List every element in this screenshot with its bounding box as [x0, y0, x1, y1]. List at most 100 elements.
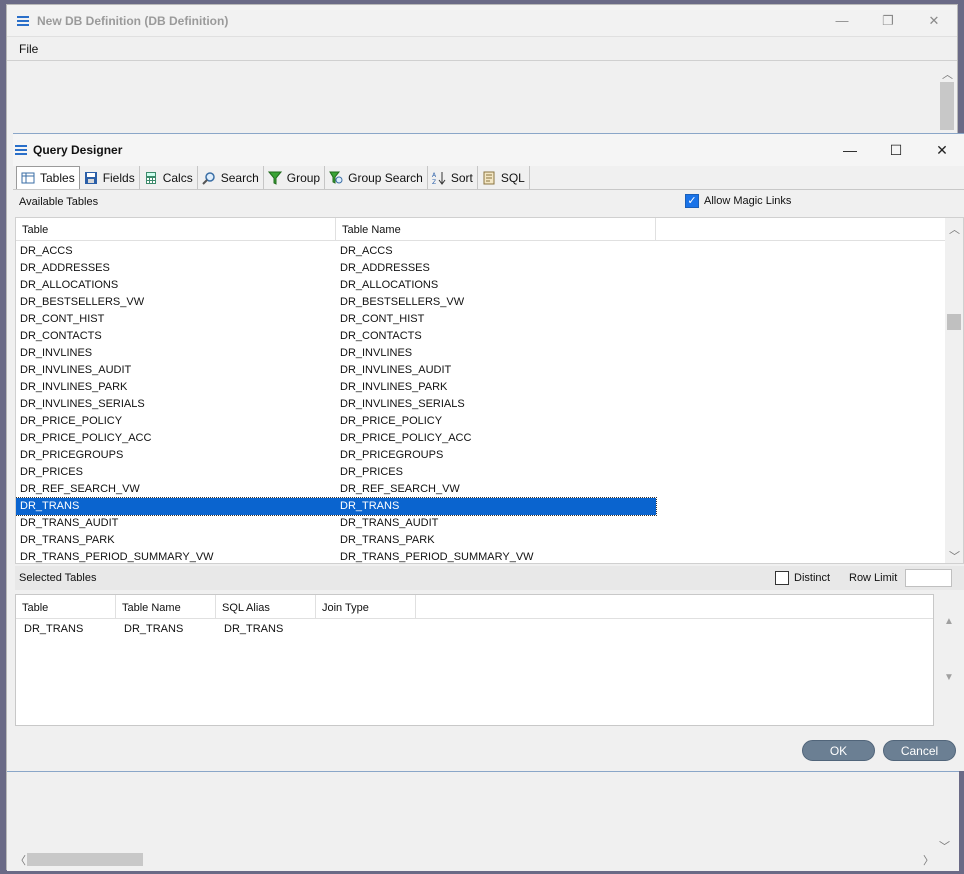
- scroll-left-icon[interactable]: 〈: [15, 852, 26, 868]
- scroll-right-icon[interactable]: 〉: [923, 852, 934, 868]
- funnel-search-icon: [329, 171, 343, 184]
- table-row[interactable]: DR_PRICE_POLICY_ACC DR_PRICE_POLICY_ACC: [16, 430, 946, 447]
- table-row[interactable]: DR_TRANS_PERIOD_SUMMARY_VW DR_TRANS_PERIO…: [16, 549, 946, 563]
- outer-bottom-area: ﹀ 〈 〉: [7, 771, 959, 871]
- tab-search[interactable]: Search: [198, 166, 264, 189]
- distinct-checkbox[interactable]: [775, 571, 789, 585]
- cell-table: DR_ACCS: [20, 245, 73, 257]
- column-header-join-type[interactable]: Join Type: [316, 595, 416, 618]
- available-tables-grid: Table Table Name DR_ACCS DR_ACCS DR_ADDRES…: [15, 217, 964, 564]
- dialog-minimize-button[interactable]: —: [827, 142, 873, 159]
- move-down-icon[interactable]: ▼: [944, 672, 954, 683]
- table-row[interactable]: DR_INVLINES_SERIALS DR_INVLINES_SERIALS: [16, 396, 946, 413]
- horizontal-scrollbar[interactable]: 〈 〉: [7, 849, 937, 869]
- menu-file[interactable]: File: [19, 42, 38, 56]
- table-row[interactable]: DR_REF_SEARCH_VW DR_REF_SEARCH_VW: [16, 481, 946, 498]
- dialog-maximize-button[interactable]: ☐: [873, 142, 919, 159]
- table-row[interactable]: DR_BESTSELLERS_VW DR_BESTSELLERS_VW: [16, 294, 946, 311]
- tab-label: Search: [220, 170, 259, 185]
- cell-table-name: DR_CONTACTS: [340, 330, 422, 342]
- cell-table: DR_INVLINES_AUDIT: [20, 364, 132, 376]
- table-row[interactable]: DR_INVLINES_AUDIT DR_INVLINES_AUDIT: [16, 362, 946, 379]
- available-tables-scrollbar[interactable]: ︿ ﹀: [945, 218, 963, 563]
- allow-magic-links-checkbox[interactable]: ✓: [685, 194, 699, 208]
- tab-group-search[interactable]: Group Search: [325, 166, 428, 189]
- tab-sort[interactable]: AZ Sort: [428, 166, 478, 189]
- scroll-up-icon[interactable]: ︿: [949, 221, 960, 237]
- magnifier-icon: [202, 171, 215, 185]
- cell-table-name: DR_TRANS_PARK: [340, 534, 435, 546]
- table-row[interactable]: DR_TRANS_AUDIT DR_TRANS_AUDIT: [16, 515, 946, 532]
- cell-table-name: DR_ACCS: [340, 245, 393, 257]
- cell-join-type: [316, 623, 416, 635]
- minimize-button[interactable]: —: [819, 13, 865, 29]
- sql-script-icon: [483, 171, 495, 184]
- dialog-close-button[interactable]: ✕: [919, 142, 964, 159]
- available-table-rows: DR_ACCS DR_ACCS DR_ADDRESSES DR_ADDRESSES DR…: [16, 243, 946, 563]
- scrollbar-thumb[interactable]: [27, 853, 143, 866]
- scroll-up-icon[interactable]: ︿: [942, 66, 953, 82]
- cell-table-name: DR_PRICE_POLICY_ACC: [340, 432, 472, 444]
- table-row[interactable]: DR_ACCS DR_ACCS: [16, 243, 946, 260]
- cell-table-name: DR_PRICES: [340, 466, 403, 478]
- table-row[interactable]: DR_PRICEGROUPS DR_PRICEGROUPS: [16, 447, 946, 464]
- table-row[interactable]: DR_ADDRESSES DR_ADDRESSES: [16, 260, 946, 277]
- table-row[interactable]: DR_TRANS DR_TRANS DR_TRANS: [16, 619, 933, 635]
- row-limit-input[interactable]: [905, 569, 952, 587]
- cell-table-name: DR_INVLINES_SERIALS: [340, 398, 465, 410]
- cell-table-name: DR_INVLINES_PARK: [340, 381, 448, 393]
- scroll-down-icon[interactable]: ﹀: [939, 838, 950, 854]
- table-row[interactable]: DR_TRANS DR_TRANS: [16, 497, 657, 516]
- column-header-table-name[interactable]: Table Name: [116, 595, 216, 618]
- selected-tables-label: Selected Tables: [19, 572, 97, 584]
- dialog-title-bar: Query Designer — ☐ ✕: [13, 134, 964, 166]
- tab-calcs[interactable]: Calcs: [140, 166, 198, 189]
- table-row[interactable]: DR_ALLOCATIONS DR_ALLOCATIONS: [16, 277, 946, 294]
- table-row[interactable]: DR_CONTACTS DR_CONTACTS: [16, 328, 946, 345]
- distinct-toggle[interactable]: Distinct: [775, 571, 830, 585]
- table-row[interactable]: DR_CONT_HIST DR_CONT_HIST: [16, 311, 946, 328]
- ok-button[interactable]: OK: [802, 740, 875, 761]
- cell-table: DR_PRICES: [20, 466, 83, 478]
- scrollbar-thumb[interactable]: [947, 314, 961, 330]
- outer-vertical-scrollbar[interactable]: ︿: [937, 62, 957, 130]
- table-row[interactable]: DR_PRICES DR_PRICES: [16, 464, 946, 481]
- cell-table-name: DR_ALLOCATIONS: [340, 279, 439, 291]
- table-row[interactable]: DR_PRICE_POLICY DR_PRICE_POLICY: [16, 413, 946, 430]
- cell-table: DR_TRANS: [16, 498, 336, 515]
- tab-group[interactable]: Group: [264, 166, 326, 189]
- scrollbar-thumb[interactable]: [940, 82, 954, 130]
- cell-table-name: DR_BESTSELLERS_VW: [340, 296, 465, 308]
- cancel-button[interactable]: Cancel: [883, 740, 956, 761]
- reorder-controls: ▲ ▼: [935, 594, 963, 726]
- column-header-sql-alias[interactable]: SQL Alias: [216, 595, 316, 618]
- menu-bar: File: [7, 37, 957, 61]
- tab-sql[interactable]: SQL: [478, 166, 530, 189]
- table-row[interactable]: DR_TRANS_PARK DR_TRANS_PARK: [16, 532, 946, 549]
- cell-table-name: DR_PRICEGROUPS: [340, 449, 444, 461]
- cell-table: DR_TRANS: [24, 623, 84, 635]
- table-row[interactable]: DR_INVLINES DR_INVLINES: [16, 345, 946, 362]
- tab-tables[interactable]: Tables: [16, 166, 80, 189]
- tab-label: Calcs: [162, 170, 193, 185]
- restore-button[interactable]: ❐: [865, 13, 911, 29]
- tab-fields[interactable]: Fields: [80, 166, 140, 189]
- outer-window: New DB Definition (DB Definition) — ❐ ✕ …: [6, 4, 964, 871]
- query-designer-dialog: Query Designer — ☐ ✕ Tables Fields Calcs: [13, 133, 964, 771]
- move-up-icon[interactable]: ▲: [944, 616, 954, 627]
- allow-magic-links-toggle[interactable]: ✓ Allow Magic Links: [685, 194, 791, 208]
- close-button[interactable]: ✕: [911, 13, 957, 29]
- tab-label: Tables: [40, 171, 75, 185]
- cell-table: DR_PRICEGROUPS: [20, 449, 124, 461]
- column-header-table[interactable]: Table: [16, 595, 116, 618]
- column-header-table-name[interactable]: Table Name: [336, 218, 656, 240]
- cell-sql-alias: DR_TRANS: [224, 623, 284, 635]
- table-row[interactable]: DR_INVLINES_PARK DR_INVLINES_PARK: [16, 379, 946, 396]
- cell-table: DR_TRANS_PARK: [20, 534, 115, 546]
- column-header-table[interactable]: Table: [16, 218, 336, 240]
- allow-magic-links-label: Allow Magic Links: [704, 195, 792, 207]
- grid-header: Table Table Name SQL Alias Join Type: [16, 595, 933, 619]
- scroll-down-icon[interactable]: ﹀: [949, 548, 960, 563]
- outer-title-bar: New DB Definition (DB Definition) — ❐ ✕: [7, 5, 957, 37]
- cell-table: DR_INVLINES_SERIALS: [20, 398, 145, 410]
